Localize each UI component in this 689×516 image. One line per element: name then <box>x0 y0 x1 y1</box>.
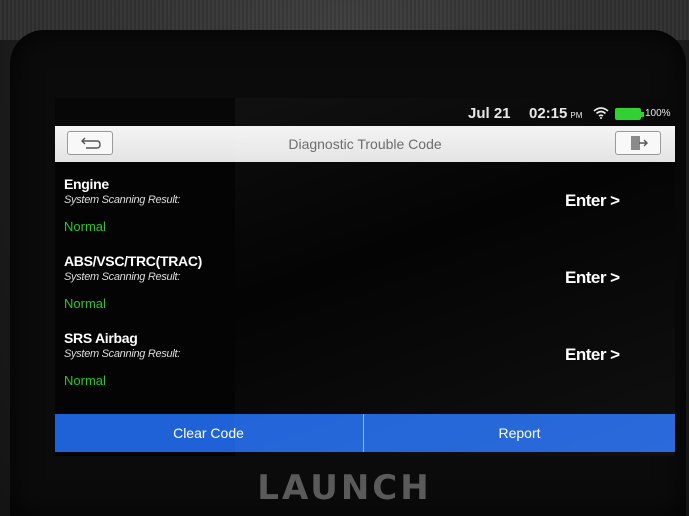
brand-logo: LAUNCH <box>257 468 432 508</box>
system-name: Engine <box>64 176 109 192</box>
status-time-value: 02:15 <box>529 105 568 122</box>
status-bar: Jul 21 02:15 PM 100% <box>55 98 675 126</box>
system-row-abs: ABS/VSC/TRC(TRAC) System Scanning Result… <box>55 253 675 329</box>
exit-icon <box>631 136 648 150</box>
exit-button[interactable] <box>615 131 661 155</box>
scanning-result-label: System Scanning Result: <box>64 271 180 283</box>
status-ampm: PM <box>570 111 583 120</box>
system-name: ABS/VSC/TRC(TRAC) <box>64 253 203 269</box>
photo-frame: Jul 21 02:15 PM 100% Diagnostic Trouble C… <box>0 0 689 516</box>
title-bar: Diagnostic Trouble Code <box>55 126 675 162</box>
status-time: 02:15 PM <box>529 105 582 122</box>
status-date: Jul 21 <box>468 105 511 122</box>
enter-button-abs[interactable]: Enter > <box>565 268 620 288</box>
enter-button-srs-airbag[interactable]: Enter > <box>565 345 620 365</box>
battery-icon <box>615 108 644 120</box>
system-status: Normal <box>64 219 106 234</box>
report-button[interactable]: Report <box>364 414 675 452</box>
system-status: Normal <box>64 296 106 311</box>
system-name: SRS Airbag <box>64 330 138 346</box>
page-title: Diagnostic Trouble Code <box>288 136 442 152</box>
scanning-result-label: System Scanning Result: <box>64 348 180 360</box>
scanning-result-label: System Scanning Result: <box>64 194 180 206</box>
clear-code-button[interactable]: Clear Code <box>55 414 362 452</box>
battery-percent: 100% <box>645 108 671 119</box>
system-status: Normal <box>64 373 106 388</box>
system-row-engine: Engine System Scanning Result: Normal En… <box>55 176 675 252</box>
enter-button-engine[interactable]: Enter > <box>565 191 620 211</box>
wifi-icon <box>593 107 609 119</box>
system-row-srs-airbag: SRS Airbag System Scanning Result: Norma… <box>55 330 675 406</box>
device-screen: Jul 21 02:15 PM 100% Diagnostic Trouble C… <box>55 98 675 456</box>
bottom-action-bar: Clear Code Report <box>55 414 675 452</box>
